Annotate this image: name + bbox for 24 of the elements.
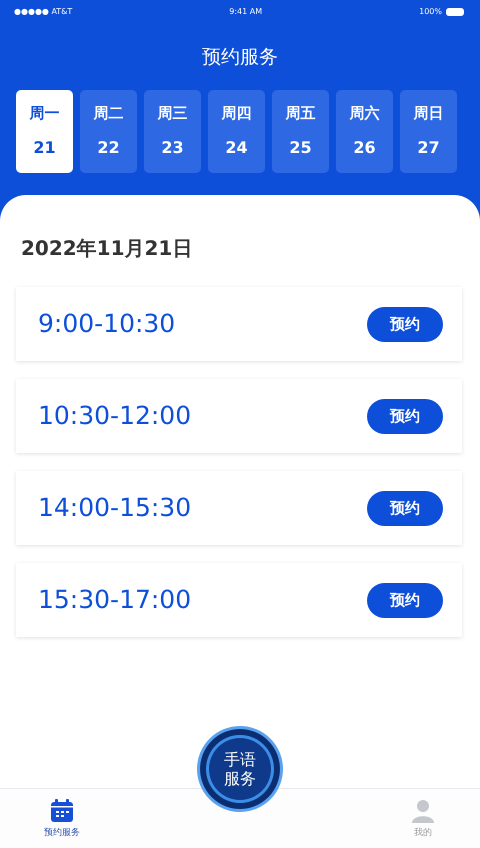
clock-text: 9:41 AM bbox=[229, 6, 262, 18]
day-tab[interactable]: 周三 23 bbox=[144, 90, 201, 172]
day-tab[interactable]: 周六 26 bbox=[336, 90, 393, 172]
battery-text: 100% bbox=[419, 6, 442, 18]
page-title: 预约服务 bbox=[202, 46, 278, 68]
date-heading: 2022年11月21日 bbox=[21, 236, 192, 260]
day-tab[interactable]: 周四 24 bbox=[208, 90, 265, 172]
tab-bar-item[interactable]: 预约服务 bbox=[38, 789, 86, 848]
time-slot-text: 10:30-12:00 bbox=[38, 400, 192, 432]
day-tab[interactable]: 周五 25 bbox=[272, 90, 329, 172]
book-button[interactable]: 预约 bbox=[367, 398, 443, 434]
book-button[interactable]: 预约 bbox=[367, 582, 443, 618]
calendar-icon bbox=[50, 799, 74, 823]
day-tab[interactable]: 周一 21 bbox=[16, 90, 73, 172]
carrier-text: ●●●●● AT&T bbox=[14, 6, 72, 18]
time-slot-text: 9:00-10:30 bbox=[38, 308, 176, 340]
day-tab[interactable]: 周二 22 bbox=[80, 90, 137, 172]
battery-icon bbox=[446, 8, 466, 16]
book-button[interactable]: 预约 bbox=[367, 306, 443, 342]
person-icon bbox=[412, 799, 434, 823]
book-button[interactable]: 预约 bbox=[367, 490, 443, 526]
time-slot-text: 14:00-15:30 bbox=[38, 492, 192, 524]
time-slot-text: 15:30-17:00 bbox=[38, 584, 192, 616]
day-tab[interactable]: 周日 27 bbox=[400, 90, 457, 172]
